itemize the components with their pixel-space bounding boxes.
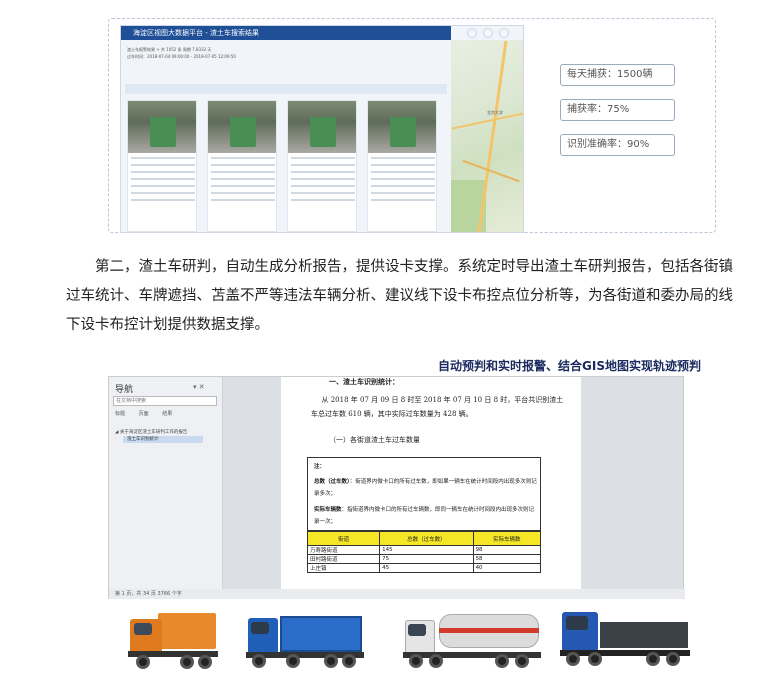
platform-header: 海淀区视图大数据平台 - 渣土车搜索结果 <box>121 26 451 40</box>
result-count: 渣土车报警结果 > 共 1052 条 周期 7.8333 天 <box>127 47 212 52</box>
tab-headings[interactable]: 标题 <box>115 411 125 417</box>
heading-part3: 实现轨迹预判 <box>628 359 701 373</box>
table-cell: 上庄镇 <box>306 563 381 573</box>
nav-item-report[interactable]: ◢ 关于海淀区渣土车研判工作的报告 <box>115 429 187 435</box>
table-header: 实际车辆数 <box>472 531 542 546</box>
time-range: 过车时间：2018-07-04 09:00:00 - 2018-07-05 12… <box>127 54 236 59</box>
document-page: 一、渣土车识别统计： 从 2018 年 07 月 09 日 8 时至 2018 … <box>281 377 581 589</box>
search-input[interactable]: 在文档中搜索 <box>113 396 217 406</box>
daily-capture-stat: 每天捕获：1500辆 <box>560 64 675 86</box>
tab-pages[interactable]: 页面 <box>139 411 149 417</box>
table-cell: 万寿路街道 <box>306 545 381 555</box>
table-header: 总数（过车数） <box>379 531 474 546</box>
capture-photo <box>288 101 356 153</box>
nav-tabs[interactable]: 标题 页面 结果 <box>115 410 184 417</box>
navigation-pane: 导航 ▾ ✕ 在文档中搜索 标题 页面 结果 ◢ 关于海淀区渣土车研判工作的报告… <box>109 377 223 589</box>
table-cell: 田村路街道 <box>306 554 381 564</box>
table-row: 上庄镇 45 40 <box>306 563 542 573</box>
gis-map[interactable]: 北京大学 <box>451 40 523 232</box>
table-cell: 40 <box>472 563 542 573</box>
search-summary: 渣土车报警结果 > 共 1052 条 周期 7.8333 天 过车时间：2018… <box>127 46 447 60</box>
home-icon[interactable]: ⌂ <box>467 28 477 38</box>
tanker-truck-image <box>403 606 541 674</box>
gear-icon[interactable]: ⚙ <box>483 28 493 38</box>
table-cell: 145 <box>379 545 474 555</box>
nav-title: 导航 <box>115 385 134 395</box>
street-stats-table: 街道 总数（过车数） 实际车辆数 万寿路街道 145 98 田村路街道 75 5… <box>306 531 542 573</box>
tab-results[interactable]: 结果 <box>162 411 172 417</box>
sub-heading: （一）各街道渣土车过车数量 <box>329 436 420 444</box>
table-row: 田村路街道 75 58 <box>306 554 542 564</box>
dump-truck-image <box>128 605 218 675</box>
capture-photo <box>128 101 196 153</box>
capture-card[interactable] <box>127 100 197 232</box>
note-box: 注： 总数（过车数）：街道界内微卡口的所有过车数，即如果一辆车在统计时间段内出现… <box>307 457 541 531</box>
section-heading: 一、渣土车识别统计： <box>329 378 399 386</box>
status-bar: 第 1 页，共 34 页 3766 个字 <box>109 589 685 599</box>
accuracy-stat: 识别准确率：90% <box>560 134 675 156</box>
note-total-label: 总数（过车数） <box>314 479 350 485</box>
filter-toolbar[interactable] <box>125 84 447 94</box>
cargo-truck-image <box>246 606 364 674</box>
heading-part2: GIS地图 <box>582 359 629 373</box>
platform-title: 海淀区视图大数据平台 - 渣土车搜索结果 <box>133 29 259 37</box>
table-row: 万寿路街道 145 98 <box>306 545 542 555</box>
power-icon[interactable]: ⏻ <box>499 28 509 38</box>
heavy-truck-image <box>560 602 690 674</box>
capture-card[interactable] <box>207 100 277 232</box>
nav-controls[interactable]: ▾ ✕ <box>193 383 205 391</box>
note-label: 注： <box>314 464 326 470</box>
note-actual-text: ：指街道界内微卡口的所有过车辆数，即同一辆车在统计时间段内出现多次则记录一次； <box>314 507 535 525</box>
heading-part1: 自动预判和实时报警、结合 <box>438 359 583 373</box>
map-label: 北京大学 <box>487 110 503 115</box>
table-cell: 45 <box>379 563 474 573</box>
feature-heading: 自动预判和实时报警、结合GIS地图实现轨迹预判 <box>438 357 701 374</box>
nav-item-statistics[interactable]: 渣土车识别统计 <box>123 436 203 443</box>
table-cell: 98 <box>472 545 542 555</box>
table-header: 街道 <box>306 531 381 546</box>
capture-card[interactable] <box>287 100 357 232</box>
table-cell: 75 <box>379 554 474 564</box>
capture-photo <box>368 101 436 153</box>
paragraph-text: 第二，渣土车研判，自动生成分析报告，提供设卡支撑。系统定时导出渣土车研判报告，包… <box>66 259 733 333</box>
capture-cards <box>127 100 447 232</box>
intro-text: 从 2018 年 07 月 09 日 8 时至 2018 年 07 月 10 日… <box>311 396 564 418</box>
note-actual-label: 实际车辆数 <box>314 507 342 513</box>
capture-card[interactable] <box>367 100 437 232</box>
table-cell: 58 <box>472 554 542 564</box>
report-document-screenshot: 导航 ▾ ✕ 在文档中搜索 标题 页面 结果 ◢ 关于海淀区渣土车研判工作的报告… <box>108 376 685 599</box>
capture-rate-stat: 捕获率：75% <box>560 99 675 121</box>
platform-screenshot: 海淀区视图大数据平台 - 渣土车搜索结果 ⌂ ⚙ ⏻ 渣土车报警结果 > 共 1… <box>120 25 524 233</box>
description-paragraph: 第二，渣土车研判，自动生成分析报告，提供设卡支撑。系统定时导出渣土车研判报告，包… <box>66 253 738 340</box>
capture-photo <box>208 101 276 153</box>
